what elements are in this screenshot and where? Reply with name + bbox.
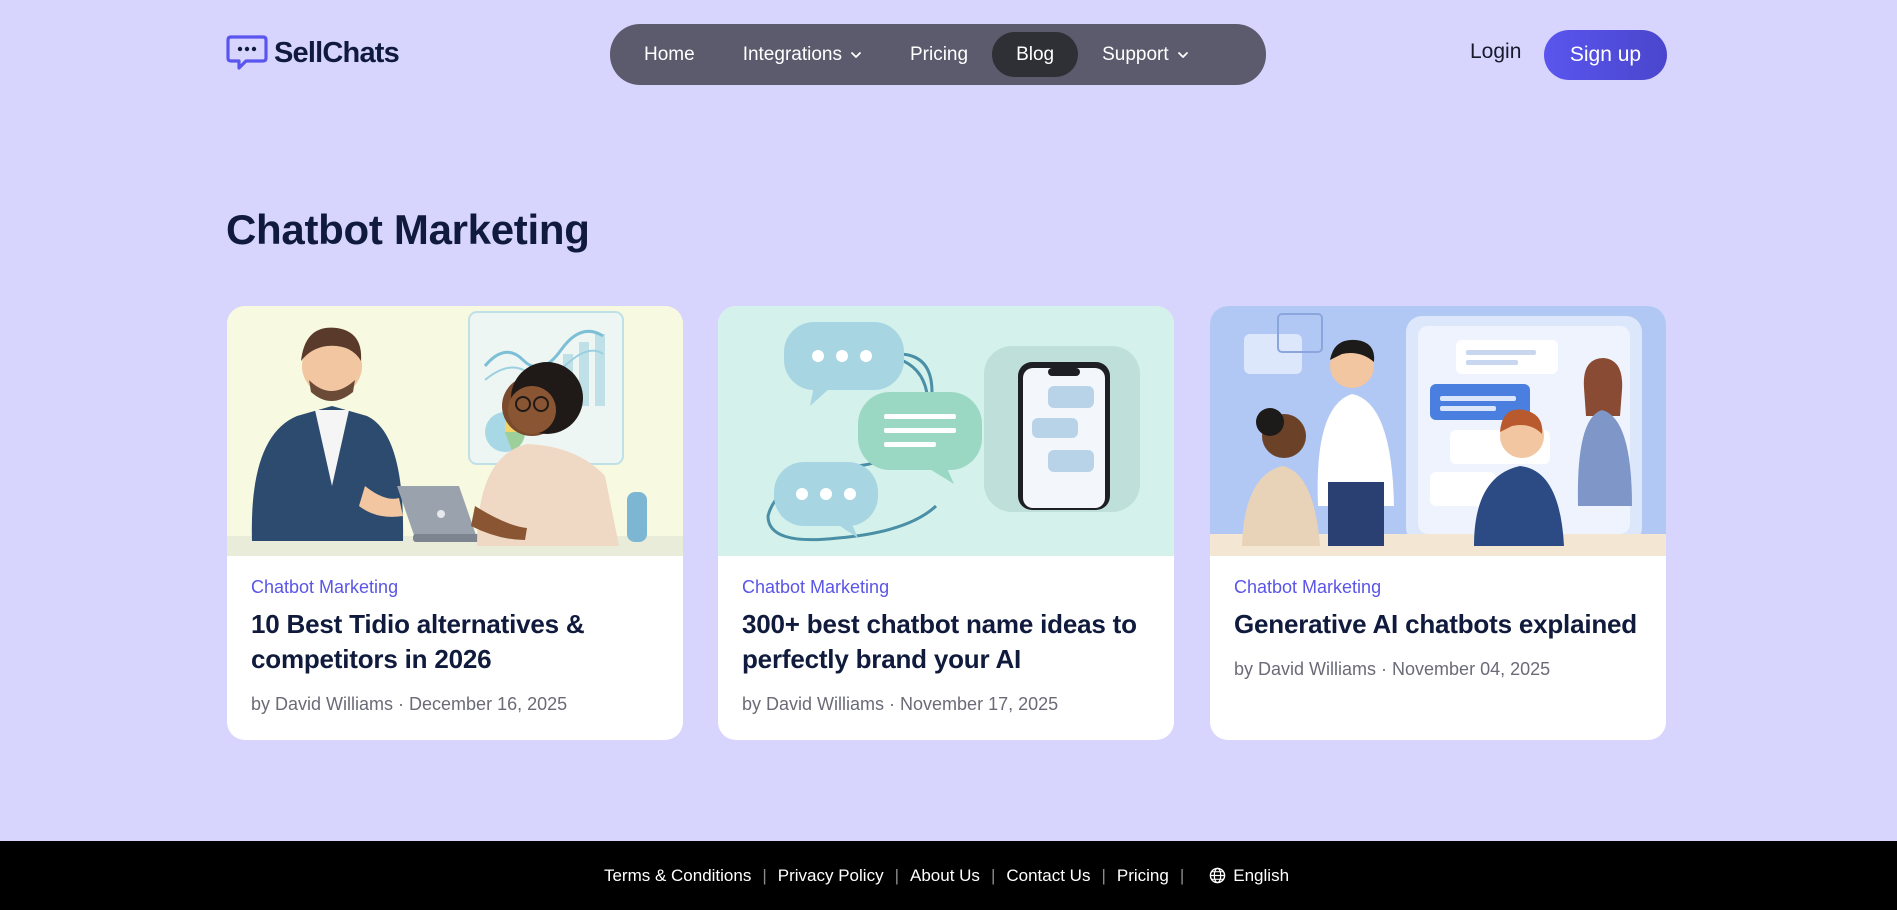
nav-item-label: Home bbox=[644, 43, 695, 65]
card-title[interactable]: Generative AI chatbots explained bbox=[1234, 607, 1642, 642]
chevron-down-icon bbox=[1177, 51, 1188, 58]
brand-name: SellChats bbox=[274, 36, 400, 69]
card-body: Chatbot Marketing 300+ best chatbot name… bbox=[718, 556, 1174, 715]
nav-item-home[interactable]: Home bbox=[620, 32, 719, 77]
card-date: November 17, 2025 bbox=[900, 694, 1059, 714]
colleagues-laptop-illustration bbox=[227, 306, 683, 556]
card-date: November 04, 2025 bbox=[1392, 659, 1551, 679]
footer-separator: | bbox=[1101, 865, 1106, 885]
nav-item-pricing[interactable]: Pricing bbox=[886, 32, 992, 77]
site-footer: Terms & Conditions | Privacy Policy | Ab… bbox=[0, 841, 1897, 910]
card-author: by David Williams bbox=[742, 694, 885, 714]
brand-logo[interactable]: SellChats bbox=[226, 34, 400, 72]
nav-item-label: Support bbox=[1102, 43, 1169, 65]
nav-item-blog[interactable]: Blog bbox=[992, 32, 1079, 77]
main-nav: Home Integrations Pricing Blog Support bbox=[610, 24, 1266, 85]
nav-item-support[interactable]: Support bbox=[1078, 32, 1213, 77]
card-title[interactable]: 300+ best chatbot name ideas to perfectl… bbox=[742, 607, 1150, 677]
nav-item-integrations[interactable]: Integrations bbox=[719, 32, 886, 77]
chevron-down-icon bbox=[851, 51, 861, 58]
card-body: Chatbot Marketing Generative AI chatbots… bbox=[1210, 556, 1666, 680]
footer-link-terms[interactable]: Terms & Conditions bbox=[604, 866, 751, 886]
footer-link-about[interactable]: About Us bbox=[910, 866, 980, 886]
page-title: Chatbot Marketing bbox=[226, 206, 590, 253]
footer-link-contact[interactable]: Contact Us bbox=[1006, 866, 1090, 886]
blog-card[interactable]: Chatbot Marketing Generative AI chatbots… bbox=[1210, 306, 1666, 740]
blog-card[interactable]: Chatbot Marketing 10 Best Tidio alternat… bbox=[227, 306, 683, 740]
card-category[interactable]: Chatbot Marketing bbox=[251, 577, 659, 598]
card-meta: by David Williams · November 17, 2025 bbox=[742, 694, 1059, 714]
card-author: by David Williams bbox=[1234, 659, 1377, 679]
language-label: English bbox=[1233, 865, 1290, 885]
chat-bubbles-phone-illustration bbox=[718, 306, 1174, 556]
footer-separator: | bbox=[1179, 865, 1185, 885]
footer-link-pricing[interactable]: Pricing bbox=[1117, 866, 1169, 886]
footer-links: Terms & Conditions | Privacy Policy | Ab… bbox=[604, 866, 1289, 886]
card-title[interactable]: 10 Best Tidio alternatives & competitors… bbox=[251, 607, 659, 677]
language-selector[interactable]: English bbox=[1209, 866, 1289, 886]
card-meta: by David Williams · December 16, 2025 bbox=[251, 694, 568, 714]
footer-separator: | bbox=[990, 865, 996, 885]
card-date: December 16, 2025 bbox=[409, 694, 568, 714]
card-meta: by David Williams · November 04, 2025 bbox=[1234, 659, 1551, 679]
globe-icon bbox=[1209, 867, 1226, 884]
nav-item-label: Pricing bbox=[909, 43, 969, 65]
footer-link-privacy[interactable]: Privacy Policy bbox=[778, 866, 884, 886]
chat-logo-icon bbox=[226, 35, 268, 70]
footer-separator: | bbox=[894, 865, 899, 885]
team-meeting-illustration bbox=[1210, 306, 1666, 556]
card-category[interactable]: Chatbot Marketing bbox=[742, 577, 1150, 598]
nav-item-label: Integrations bbox=[742, 43, 842, 65]
footer-separator: | bbox=[762, 865, 767, 885]
signup-button[interactable]: Sign up bbox=[1544, 30, 1667, 80]
card-author: by David Williams bbox=[251, 694, 394, 714]
blog-card[interactable]: Chatbot Marketing 300+ best chatbot name… bbox=[718, 306, 1174, 740]
nav-item-label: Blog bbox=[1016, 43, 1055, 65]
login-link[interactable]: Login bbox=[1470, 40, 1521, 64]
card-category[interactable]: Chatbot Marketing bbox=[1234, 577, 1642, 598]
card-body: Chatbot Marketing 10 Best Tidio alternat… bbox=[227, 556, 683, 715]
site-header: SellChats Home Integrations Pricing Blog… bbox=[0, 0, 1897, 108]
